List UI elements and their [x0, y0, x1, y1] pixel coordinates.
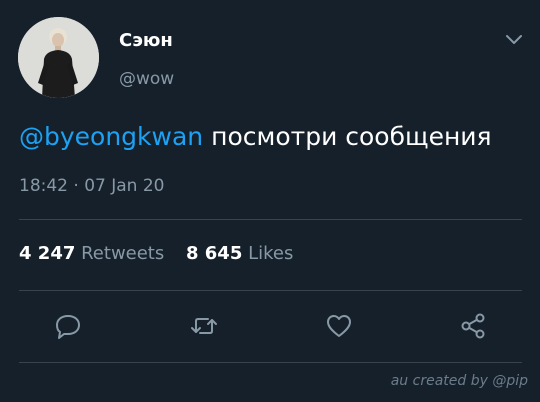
- retweets-count[interactable]: 4 247: [19, 243, 75, 264]
- engagement-stats: 4 247 Retweets 8 645 Likes: [19, 243, 309, 264]
- avatar-image: [18, 17, 99, 98]
- author-name[interactable]: Сэюн: [119, 30, 173, 51]
- likes-count[interactable]: 8 645: [186, 243, 242, 264]
- retweets-label[interactable]: Retweets: [81, 243, 164, 264]
- reply-icon[interactable]: [54, 312, 82, 340]
- avatar[interactable]: [18, 17, 99, 98]
- likes-label[interactable]: Likes: [248, 243, 293, 264]
- divider: [19, 219, 522, 220]
- author-handle[interactable]: @wow: [119, 69, 174, 89]
- divider: [19, 290, 522, 291]
- timestamp[interactable]: 18:42 · 07 Jan 20: [19, 176, 164, 196]
- credit-text: au created by @pip: [390, 373, 528, 389]
- chevron-down-icon[interactable]: [505, 30, 523, 48]
- retweet-icon[interactable]: [190, 312, 218, 340]
- tweet-text: @byeongkwan посмотри сообщения: [19, 122, 492, 151]
- mention-link[interactable]: @byeongkwan: [19, 122, 203, 151]
- like-icon[interactable]: [325, 312, 353, 340]
- divider: [19, 362, 522, 363]
- tweet-body: посмотри сообщения: [203, 122, 492, 151]
- share-icon[interactable]: [459, 312, 487, 340]
